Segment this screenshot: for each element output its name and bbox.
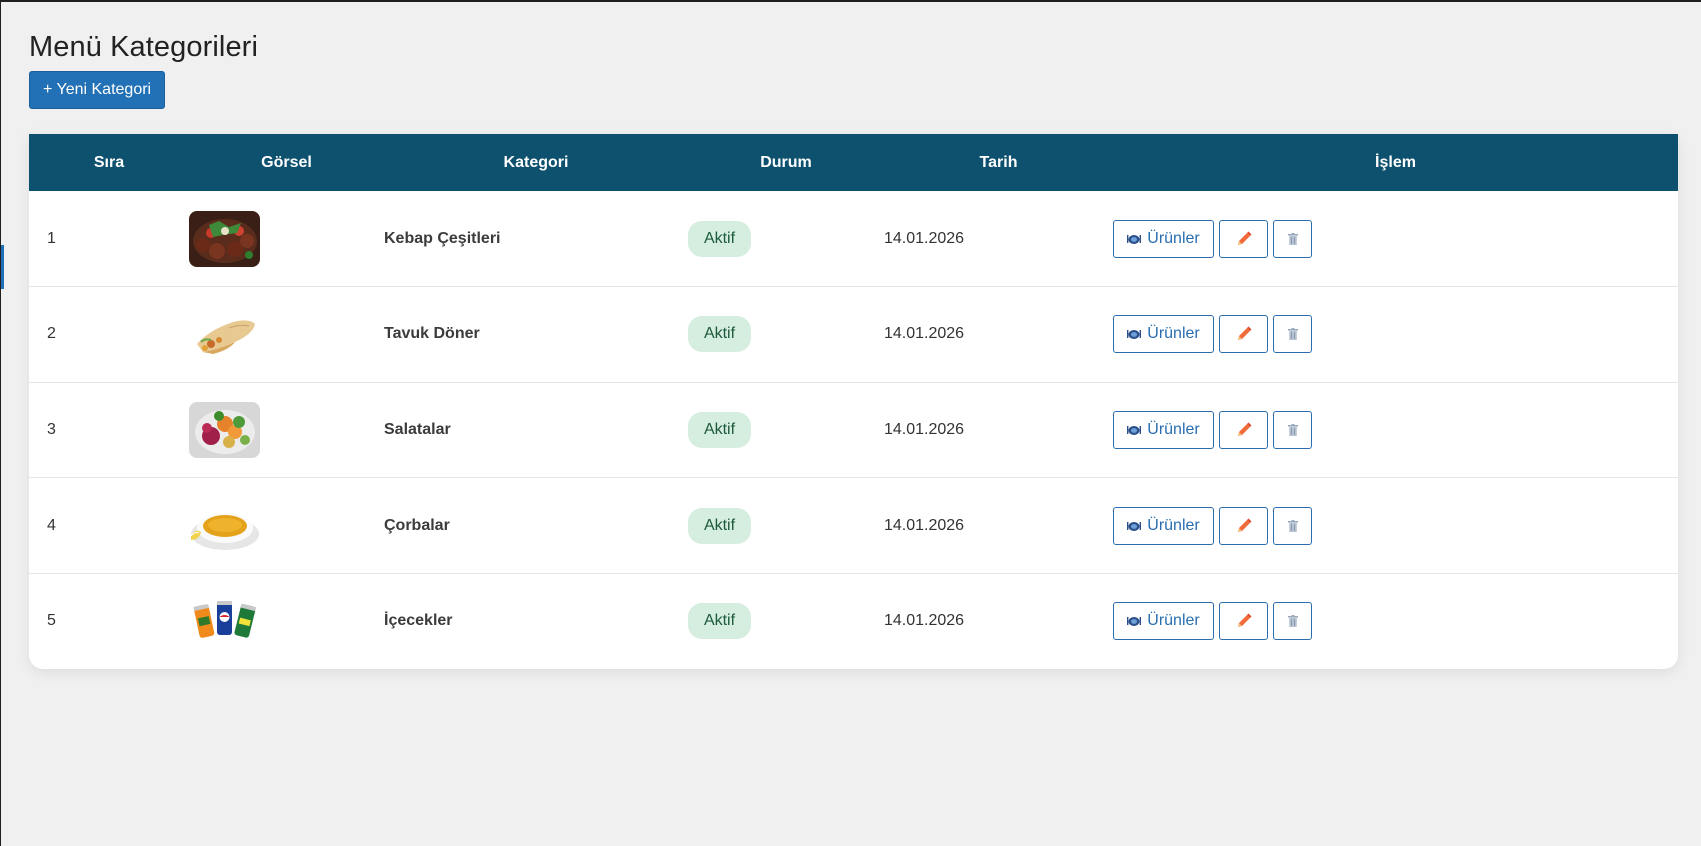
date-cell: 14.01.2026 [884,325,965,343]
products-button-label: Ürünler [1147,420,1200,438]
row-actions: Ürünler [1113,410,1678,449]
plate-icon [1127,328,1142,340]
products-button[interactable]: Ürünler [1113,219,1214,258]
table-row: 3 Salatalar Aktif 14.01.2026 Ürünler [29,382,1678,478]
header-tarih: Tarih [979,153,1018,171]
trash-icon [1287,615,1298,628]
delete-button[interactable] [1273,602,1312,641]
status-badge: Aktif [688,507,751,544]
row-number: 2 [47,325,56,343]
status-badge: Aktif [688,411,751,448]
table-row: 1 Kebap Çeşitleri Aktif 14.01.2026 Ürünl… [29,191,1678,287]
table-header-row: Sıra Görsel Kategori Durum Tarih İşlem [29,134,1678,191]
page-content: Menü Kategorileri + Yeni Kategori Sıra G… [29,26,1678,669]
products-button-label: Ürünler [1147,325,1200,343]
lentil-soup-image [189,497,260,554]
categories-table: Sıra Görsel Kategori Durum Tarih İşlem 1 [29,134,1678,669]
new-category-button[interactable]: + Yeni Kategori [29,71,166,109]
chicken-wrap-image [189,306,260,363]
pencil-icon [1235,421,1253,439]
row-actions: Ürünler [1113,219,1678,258]
products-button[interactable]: Ürünler [1113,506,1214,545]
plate-icon [1127,424,1142,436]
status-badge: Aktif [688,220,751,257]
products-button[interactable]: Ürünler [1113,602,1214,641]
category-name[interactable]: Kebap Çeşitleri [384,191,688,287]
header-durum: Durum [760,153,812,171]
delete-button[interactable] [1273,410,1312,449]
header-sira: Sıra [93,153,125,171]
products-button-label: Ürünler [1147,612,1200,630]
status-badge: Aktif [688,316,751,353]
products-button[interactable]: Ürünler [1113,410,1214,449]
row-actions: Ürünler [1113,602,1678,641]
row-number: 1 [47,229,56,247]
products-button[interactable]: Ürünler [1113,315,1214,354]
page-title: Menü Kategorileri [29,31,258,63]
table-row: 4 Çorbalar Aktif 14.01.2026 Ürünler [29,477,1678,574]
delete-button[interactable] [1273,506,1312,545]
date-cell: 14.01.2026 [884,516,965,534]
edit-button[interactable] [1219,219,1268,258]
row-number: 5 [47,612,56,630]
pencil-icon [1235,517,1253,535]
delete-button[interactable] [1273,219,1312,258]
pencil-icon [1235,612,1253,630]
row-number: 3 [47,420,56,438]
row-number: 4 [47,516,56,534]
kebab-platter-image [189,210,260,267]
category-name[interactable]: Tavuk Döner [384,287,688,383]
trash-icon [1287,328,1298,341]
status-badge: Aktif [688,603,751,640]
pencil-icon [1235,325,1253,343]
header-kategori: Kategori [503,153,569,171]
salad-bowl-image [189,401,260,458]
delete-button[interactable] [1273,315,1312,354]
header-islem: İşlem [1375,153,1416,171]
date-cell: 14.01.2026 [884,612,965,630]
plate-icon [1127,520,1142,532]
categories-table-card: Sıra Görsel Kategori Durum Tarih İşlem 1 [29,134,1678,669]
date-cell: 14.01.2026 [884,420,965,438]
header-gorsel: Görsel [261,153,312,171]
products-button-label: Ürünler [1147,229,1200,247]
plate-icon [1127,615,1142,627]
table-row: 5 İçecekler Aktif 14.01.2026 Ürünler [29,573,1678,669]
edit-button[interactable] [1219,410,1268,449]
edit-button[interactable] [1219,506,1268,545]
trash-icon [1287,519,1298,532]
category-name[interactable]: Çorbalar [384,478,688,574]
category-name[interactable]: İçecekler [384,573,688,669]
row-actions: Ürünler [1113,315,1678,354]
trash-icon [1287,232,1298,245]
plate-icon [1127,233,1142,245]
edit-button[interactable] [1219,602,1268,641]
table-row: 2 Tavuk Döner Aktif 14.01.2026 Ürünler [29,286,1678,383]
date-cell: 14.01.2026 [884,229,965,247]
row-actions: Ürünler [1113,506,1678,545]
pencil-icon [1235,230,1253,248]
trash-icon [1287,423,1298,436]
products-button-label: Ürünler [1147,516,1200,534]
left-edge-accent [1,245,4,289]
category-name[interactable]: Salatalar [384,382,688,478]
soda-cans-image [189,593,260,650]
edit-button[interactable] [1219,315,1268,354]
